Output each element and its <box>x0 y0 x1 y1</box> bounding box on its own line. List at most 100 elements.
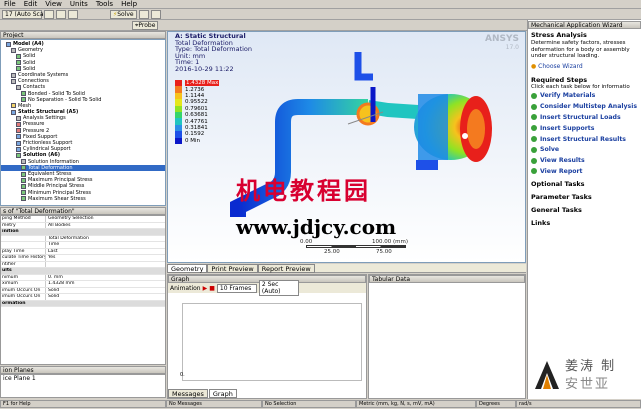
frames-select[interactable]: 10 Frames <box>216 283 257 293</box>
tree-node-icon <box>11 72 16 78</box>
wizard-title: Mechanical Application Wizard <box>528 21 641 29</box>
display-button-3[interactable] <box>68 9 78 19</box>
tree-node-icon <box>16 66 21 72</box>
tab-graph[interactable]: Graph <box>208 389 237 398</box>
display-button-2[interactable] <box>56 9 66 19</box>
menu-tools[interactable]: Tools <box>92 0 117 8</box>
stop-icon[interactable]: ■ <box>209 285 215 292</box>
details-value: Last <box>48 248 58 254</box>
tab-print-preview[interactable]: Print Preview <box>207 264 258 273</box>
solve-label: Solve <box>117 10 134 18</box>
logo-subtext: 安世亚 <box>565 377 611 392</box>
logo-text: 姜涛 制 <box>565 359 617 374</box>
check-icon <box>531 114 537 121</box>
play-icon[interactable]: ▶ <box>203 285 208 292</box>
wizard-step[interactable]: View Results <box>531 155 638 166</box>
check-icon <box>531 136 537 143</box>
wizard-step-label: Verify Materials <box>540 92 596 100</box>
menu-units[interactable]: Units <box>66 0 92 8</box>
details-key <box>1 235 46 241</box>
wizard-step[interactable]: Insert Structural Loads <box>531 112 638 123</box>
details-key: imum Occurs On <box>1 287 46 293</box>
tree-node-label: Maximum Shear Stress <box>28 195 86 202</box>
time-select[interactable]: 2 Sec (Auto) <box>258 280 299 296</box>
corner-logo: 姜涛 制 安世亚 <box>535 353 635 393</box>
wizard-step[interactable]: View Report <box>531 166 638 177</box>
tab-report-preview[interactable]: Report Preview <box>257 264 315 273</box>
check-icon <box>531 157 537 164</box>
graph-axis-zero: 0. <box>180 372 185 378</box>
required-steps-heading: Required Steps <box>531 75 588 84</box>
wizard-step-label: Solve <box>540 146 560 154</box>
display-button-4[interactable] <box>138 9 149 19</box>
graph-area <box>182 303 362 381</box>
tree-node-icon <box>16 60 21 66</box>
tree-node-icon <box>16 115 21 121</box>
status-messages[interactable]: No Messages <box>166 400 262 408</box>
tree-node-icon <box>21 196 26 202</box>
wizard-panel: Mechanical Application Wizard Stress Ana… <box>527 20 641 399</box>
display-button-5[interactable] <box>150 9 161 19</box>
section-planes-title: ion Planes <box>0 366 166 374</box>
tree-node-icon <box>6 41 11 47</box>
watermark-chinese: 机电教程园 <box>236 176 371 205</box>
details-value: Yes <box>48 255 56 260</box>
animation-label: Animation <box>170 284 201 292</box>
scale-select[interactable]: 17 (Auto Scale) <box>2 9 51 19</box>
menu-help[interactable]: Help <box>117 0 141 8</box>
details-key: ping Method <box>1 216 46 222</box>
wizard-step[interactable]: Consider Multistep Analysis <box>531 101 638 112</box>
check-icon <box>531 92 537 99</box>
tree-node-icon <box>16 152 21 158</box>
tab-messages[interactable]: Messages <box>168 389 208 398</box>
wizard-step[interactable]: Solve <box>531 144 638 155</box>
outline-tree: Model (A4) Geometry Solid Solid Solid Coordin… <box>0 39 166 206</box>
scale-q3: 75.00 <box>376 249 392 255</box>
tree-node-icon <box>21 91 26 97</box>
logo-mark <box>535 361 559 389</box>
wizard-step-label: Insert Structural Results <box>540 135 626 143</box>
details-grid: ping Method Geometry Selection metry All Bo… <box>0 215 166 365</box>
solve-button[interactable]: ⚡Solve <box>110 9 137 19</box>
status-rads: rad/s <box>516 400 641 408</box>
animation-toolbar: Animation ▶ ■ 10 Frames 2 Sec (Auto) <box>168 280 366 296</box>
tree-node-icon <box>21 165 26 171</box>
menu-view[interactable]: View <box>41 0 66 8</box>
status-selection: No Selection <box>262 400 356 408</box>
links-heading: Links <box>531 218 551 227</box>
tree-node[interactable]: Maximum Shear Stress <box>1 196 165 202</box>
tree-node-icon <box>21 177 26 183</box>
check-icon <box>531 103 537 110</box>
details-key: ximum <box>1 281 46 287</box>
check-icon <box>531 146 537 153</box>
wizard-step-label: View Results <box>540 157 585 165</box>
parameter-tasks-heading: Parameter Tasks <box>531 192 592 201</box>
wizard-step[interactable]: Insert Supports <box>531 123 638 134</box>
graphics-viewport[interactable]: A: Static Structural Total Deformation T… <box>167 31 526 263</box>
wizard-step[interactable]: Insert Structural Results <box>531 134 638 145</box>
check-icon <box>531 168 537 175</box>
wizard-step[interactable]: Verify Materials <box>531 91 638 102</box>
probe-button[interactable]: ⌖Probe <box>132 20 159 30</box>
details-key: metry <box>1 222 46 228</box>
wizard-step-label: Insert Structural Loads <box>540 113 621 121</box>
wizard-step-label: View Report <box>540 167 583 175</box>
details-value: Solid <box>48 287 60 293</box>
choose-wizard-link[interactable]: ● Choose Wizard <box>531 63 638 70</box>
tree-node-icon <box>21 190 26 196</box>
tree-node-icon <box>16 128 21 134</box>
details-row[interactable]: ormation <box>1 300 165 307</box>
section-plane-item[interactable]: ice Plane 1 <box>1 375 165 383</box>
tab-geometry[interactable]: Geometry <box>167 264 208 273</box>
outline-title: Project <box>0 31 166 39</box>
wizard-step-label: Insert Supports <box>540 124 595 132</box>
tree-node-icon <box>16 146 21 152</box>
display-button[interactable] <box>44 9 54 19</box>
tabular-panel: Tabular Data <box>368 274 526 399</box>
menu-edit[interactable]: Edit <box>20 0 42 8</box>
details-value: Total Deformation <box>48 235 89 241</box>
probe-label: Probe <box>138 21 156 29</box>
menu-file[interactable]: File <box>0 0 20 8</box>
tree-node-icon <box>21 183 26 189</box>
status-units: Metric (mm, kg, N, s, mV, mA) <box>356 400 476 408</box>
